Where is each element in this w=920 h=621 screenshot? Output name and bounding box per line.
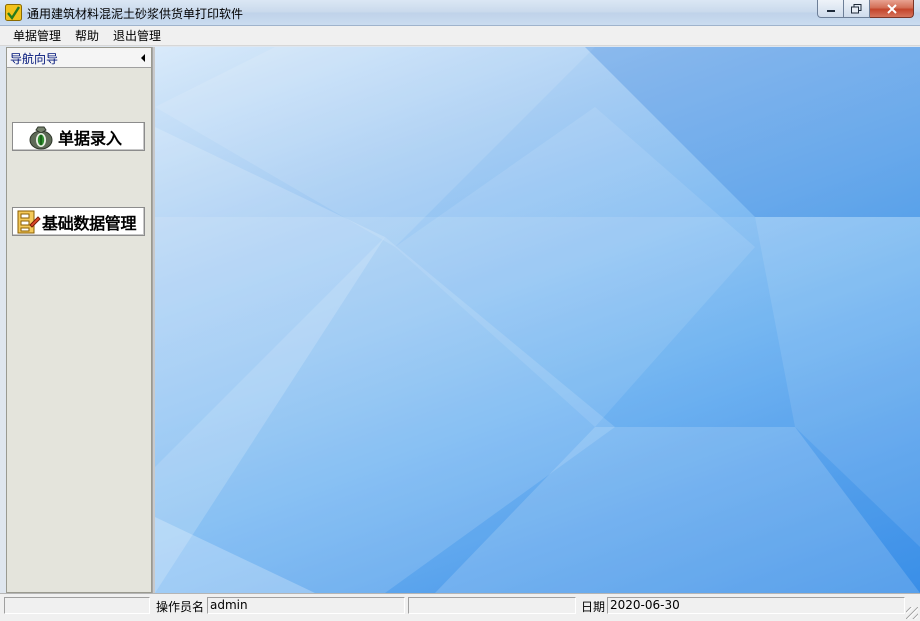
money-bag-icon — [29, 126, 53, 149]
main-workspace — [155, 47, 920, 593]
title-bar: 通用建筑材料混泥土砂浆供货单打印软件 — [0, 0, 920, 26]
menu-documents[interactable]: 单据管理 — [6, 26, 68, 46]
navigation-header: 导航向导 — [7, 48, 151, 68]
operator-value: admin — [207, 597, 405, 614]
maximize-button[interactable] — [844, 0, 870, 18]
navigation-title: 导航向导 — [10, 52, 59, 66]
base-data-management-label: 基础数据管理 — [42, 213, 137, 233]
app-icon — [5, 4, 22, 21]
menu-bar: 单据管理 帮助 退出管理 — [0, 26, 920, 46]
close-icon — [886, 3, 897, 14]
date-label: 日期 — [581, 600, 606, 614]
menu-exit[interactable]: 退出管理 — [106, 26, 168, 46]
status-panel-blank — [4, 597, 150, 614]
status-bar: 操作员名 admin 日期 2020-06-30 — [0, 593, 920, 621]
close-button[interactable] — [870, 0, 914, 18]
document-entry-button[interactable]: 单据录入 — [12, 122, 145, 151]
navigation-panel: 导航向导 单据录入 基础数据管理 — [6, 47, 152, 593]
resize-grip[interactable] — [906, 607, 918, 619]
window-title: 通用建筑材料混泥土砂浆供货单打印软件 — [27, 7, 244, 21]
document-entry-label: 单据录入 — [58, 128, 123, 148]
minimize-icon — [826, 9, 835, 12]
date-value: 2020-06-30 — [607, 597, 905, 614]
restore-icon — [851, 3, 862, 13]
minimize-button[interactable] — [817, 0, 844, 18]
background-pattern — [155, 47, 920, 593]
operator-label: 操作员名 — [156, 600, 205, 614]
collapse-arrow-icon[interactable] — [141, 54, 145, 62]
base-data-management-button[interactable]: 基础数据管理 — [12, 207, 145, 236]
status-panel-spacer — [408, 597, 576, 614]
data-cabinet-icon — [17, 210, 41, 233]
menu-help[interactable]: 帮助 — [68, 26, 106, 46]
